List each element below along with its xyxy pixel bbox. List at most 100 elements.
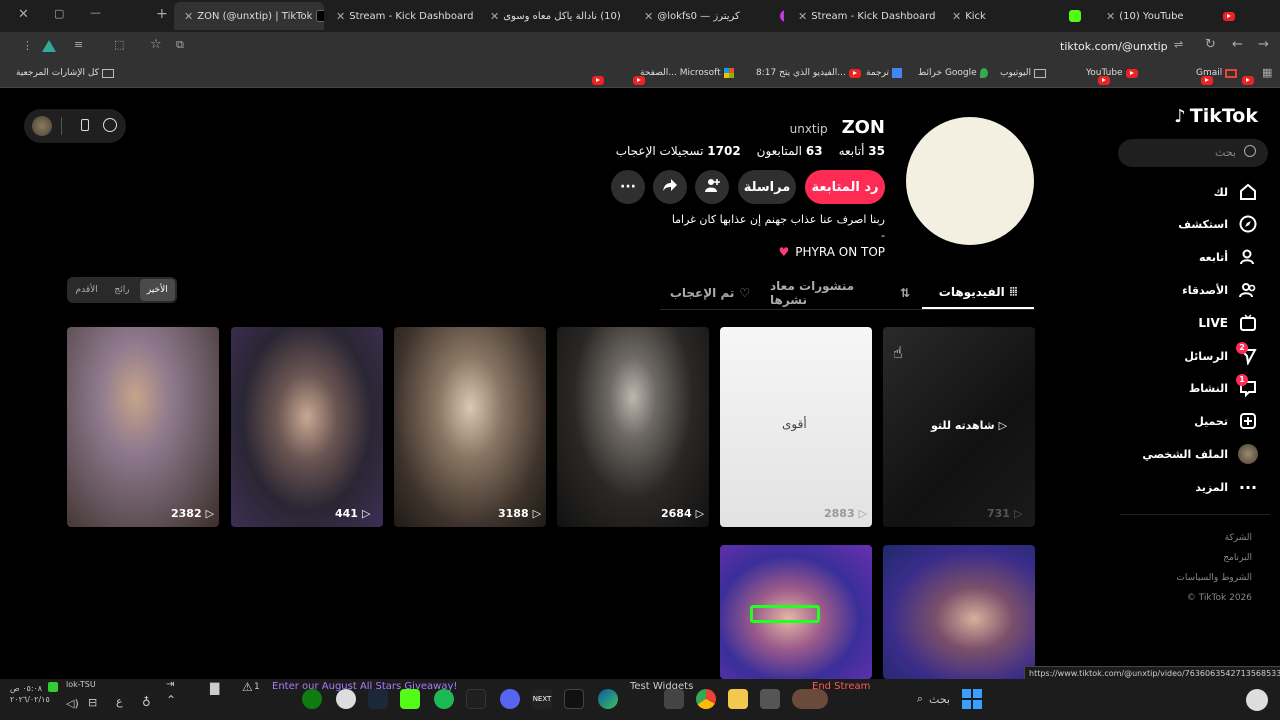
discord-icon[interactable] — [500, 689, 520, 709]
extension-icon[interactable] — [42, 40, 56, 52]
stat-following[interactable]: 35 أتابعه — [839, 144, 885, 158]
taskbar-search[interactable]: بحث ⌕ — [880, 687, 950, 711]
close-tab-icon[interactable]: ✕ — [1106, 10, 1115, 23]
message-button[interactable]: مراسلة — [738, 170, 796, 204]
alert-icon[interactable]: ⚠ — [242, 680, 253, 694]
all-bookmarks[interactable]: كل الإشارات المرجعية — [16, 68, 114, 78]
volume-icon[interactable]: ◁) — [66, 697, 79, 710]
video-tile[interactable]: ▷ 3188 — [394, 327, 546, 527]
nav-more[interactable]: المزيد ··· — [1195, 477, 1258, 497]
windows-start-icon[interactable] — [962, 689, 982, 709]
close-tab-icon[interactable]: ✕ — [798, 10, 807, 23]
kick-app-icon[interactable] — [400, 689, 420, 709]
nav-live[interactable]: LIVE — [1198, 313, 1258, 333]
tray-datetime[interactable]: ٠٥:٠٨ ص ٢٠٢٦/٠٢/١٥ — [10, 683, 50, 705]
network-icon[interactable]: ⊟ — [88, 696, 97, 709]
notification-icon[interactable] — [48, 682, 58, 692]
nav-friends[interactable]: الأصدقاء — [1182, 280, 1258, 300]
weather-widget-icon[interactable] — [792, 689, 828, 709]
menu-dots-icon[interactable]: ⋮ — [22, 39, 33, 52]
microphone-icon[interactable]: ♁ — [142, 695, 151, 709]
extensions-puzzle-icon[interactable]: ⬚ — [114, 38, 124, 51]
more-options-button[interactable]: ··· — [611, 170, 645, 204]
restore-window-icon[interactable]: ▢ — [54, 7, 64, 20]
tab-youtube-video[interactable]: ✕ (10) نادالة ياكل معاه وسوى — [480, 2, 630, 30]
app-icon[interactable] — [760, 689, 780, 709]
compass-icon[interactable] — [103, 118, 117, 132]
bookmark-star-icon[interactable]: ☆ — [150, 37, 162, 52]
bookmark-youtube[interactable]: YouTube — [1086, 68, 1138, 78]
video-tile[interactable] — [883, 545, 1035, 679]
nav-upload[interactable]: تحميل — [1194, 411, 1258, 431]
video-tile[interactable]: ▷ 2382 — [67, 327, 219, 527]
app-icon[interactable] — [564, 689, 584, 709]
file-explorer-icon[interactable] — [728, 689, 748, 709]
app-icon[interactable] — [664, 689, 684, 709]
obs-icon[interactable] — [336, 689, 356, 709]
footer-program[interactable]: البرنامج — [1176, 548, 1252, 568]
chrome-icon[interactable] — [696, 689, 716, 709]
footer-company[interactable]: الشركة — [1176, 528, 1252, 548]
phone-icon[interactable] — [81, 119, 89, 131]
test-widgets-label[interactable]: Test Widgets — [630, 681, 693, 692]
nav-activity[interactable]: النشاط 1 — [1189, 374, 1258, 398]
tab-videos[interactable]: الفيديوهات ⦙⦙⦙ — [922, 277, 1034, 309]
nav-messages[interactable]: الرسائل 2 — [1184, 342, 1258, 366]
bookmark-gmail[interactable]: Gmail — [1196, 68, 1238, 78]
bookmark-video[interactable]: 8:17 الفيديو الذي يتح... — [756, 68, 861, 78]
stream-deck-icon[interactable] — [466, 689, 486, 709]
tab-reposts[interactable]: منشورات معاد نشرها ⇅ — [770, 277, 910, 309]
avatar[interactable] — [32, 116, 52, 136]
forward-icon[interactable]: → — [1258, 37, 1269, 52]
xbox-icon[interactable] — [302, 689, 322, 709]
follow-back-button[interactable]: رد المتابعة — [805, 170, 885, 204]
translate-icon[interactable]: ⧉ — [176, 38, 184, 52]
bookmark-maps[interactable]: خرائط Google — [918, 68, 988, 78]
reload-icon[interactable]: ↻ — [1205, 37, 1216, 52]
close-window-icon[interactable]: ✕ — [18, 7, 29, 22]
video-tile[interactable]: ▷ 2684 — [557, 327, 709, 527]
tab-creators[interactable]: ✕ @lokfs0 — كريترز — [634, 2, 784, 30]
next-app-icon[interactable]: NEXT — [532, 689, 552, 709]
close-tab-icon[interactable]: ✕ — [490, 10, 499, 23]
cast-icon[interactable]: ≡ — [74, 38, 83, 51]
tray-chevron-icon[interactable]: ⌃ — [166, 693, 176, 707]
site-settings-icon[interactable]: ⇌ — [1174, 38, 1183, 51]
video-tile[interactable] — [720, 545, 872, 679]
tiktok-logo[interactable]: TikTok ♪ — [1174, 105, 1258, 127]
tab-youtube[interactable]: ✕ (10) YouTube — [1096, 2, 1252, 30]
back-icon[interactable]: ← — [1232, 37, 1243, 52]
youtube-bookmark-icon[interactable] — [1242, 76, 1255, 85]
add-friend-button[interactable] — [695, 170, 729, 204]
video-tile[interactable]: ▷ 441 — [231, 327, 383, 527]
nav-following[interactable]: أتابعه — [1199, 247, 1258, 267]
youtube-bookmark-icon[interactable] — [592, 76, 604, 85]
chart-widget-icon[interactable]: ▇ — [210, 681, 219, 695]
bookmark-youtube-folder[interactable]: اليوتيوب — [1000, 68, 1046, 78]
footer-terms[interactable]: الشروط والسياسات — [1176, 568, 1252, 588]
sort-oldest[interactable]: الأقدم — [69, 279, 104, 301]
nav-profile[interactable]: الملف الشخصي — [1142, 444, 1258, 464]
sort-latest[interactable]: الأخير — [139, 279, 175, 301]
spotify-icon[interactable] — [434, 689, 454, 709]
weather-icon[interactable] — [1246, 689, 1268, 711]
tab-kick-dashboard[interactable]: ✕ Stream - Kick Dashboard — [326, 2, 474, 30]
bookmark-translate[interactable]: ترجمة — [866, 68, 903, 78]
tab-liked[interactable]: تم الإعجاب ♡ — [660, 277, 760, 309]
end-stream-label[interactable]: End Stream — [812, 681, 870, 692]
bookmark-microsoft[interactable]: الصفحة... Microsoft — [640, 68, 734, 78]
apps-grid-icon[interactable]: ▦ — [1262, 66, 1272, 79]
language-indicator[interactable]: ع — [116, 695, 123, 708]
new-tab-icon[interactable]: + — [156, 6, 168, 22]
edge-icon[interactable] — [598, 689, 618, 709]
minimize-window-icon[interactable]: — — [90, 6, 101, 19]
tab-kick[interactable]: ✕ Kick — [942, 2, 1092, 30]
video-tile[interactable]: أقوى ▷ 2883 — [720, 327, 872, 527]
stat-followers[interactable]: 63 المتابعون — [757, 144, 823, 158]
steam-icon[interactable] — [368, 689, 388, 709]
share-button[interactable] — [653, 170, 687, 204]
nav-for-you[interactable]: لك — [1214, 182, 1258, 202]
video-tile[interactable]: شاهدته للتو ▷ ▷ 731 — [883, 327, 1035, 527]
close-tab-icon[interactable]: ✕ — [184, 10, 193, 23]
close-tab-icon[interactable]: ✕ — [644, 10, 653, 23]
